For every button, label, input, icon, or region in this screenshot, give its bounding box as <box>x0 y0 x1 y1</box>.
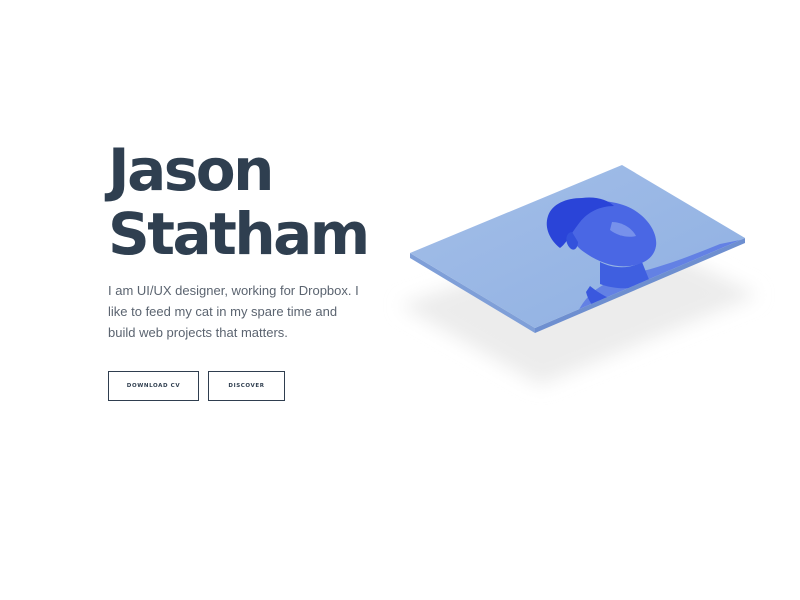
isometric-photo-illustration <box>400 165 758 385</box>
